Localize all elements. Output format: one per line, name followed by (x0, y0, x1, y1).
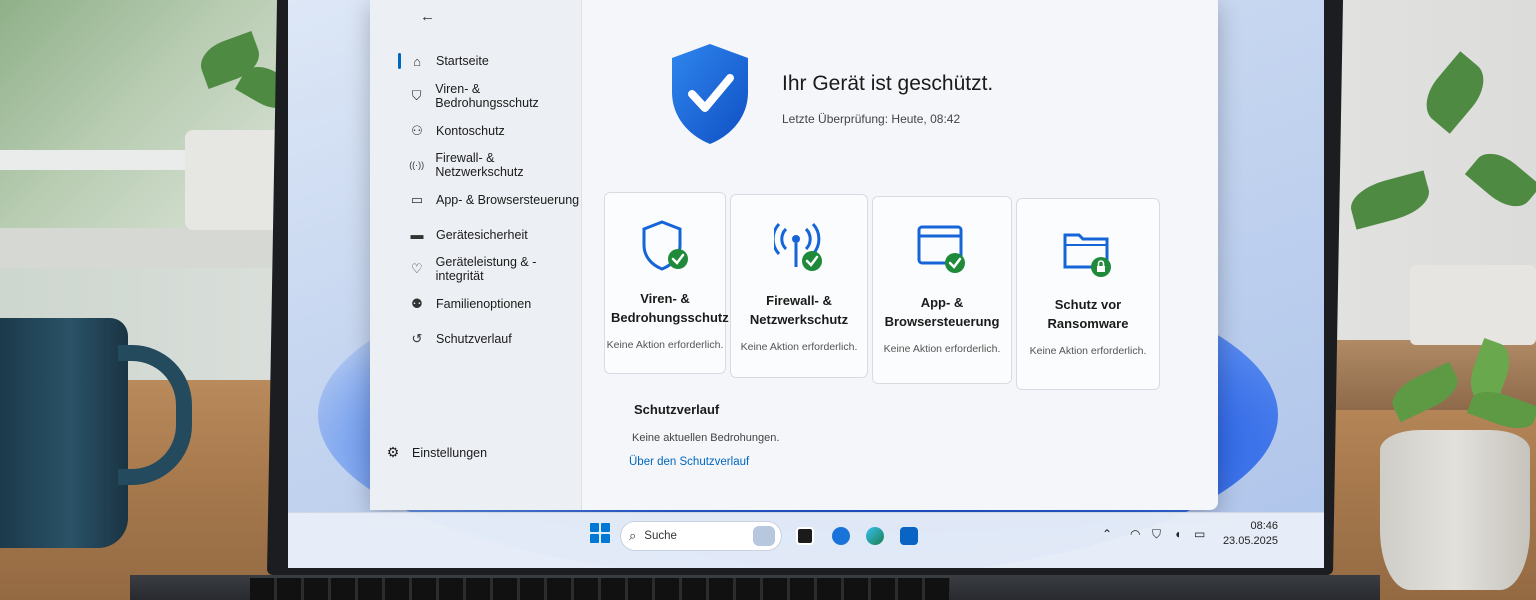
start-button[interactable] (590, 523, 610, 543)
shield-tray-icon[interactable]: ⛉ (1152, 527, 1161, 542)
back-button[interactable]: ← (420, 8, 435, 25)
last-scan-text: Letzte Überprüfung: Heute, 08:42 (782, 112, 961, 126)
window-icon: ▭ (410, 192, 424, 208)
outlook-icon[interactable] (900, 527, 918, 545)
shield-icon: ⛉ (411, 88, 422, 104)
antenna-check-icon (774, 222, 822, 271)
folder-lock-icon (1063, 233, 1111, 277)
search-highlight-icon (753, 526, 775, 546)
card-viren-bedrohungsschutz[interactable]: Viren- & Bedrohungsschutz Keine Aktion e… (604, 192, 729, 374)
person-icon: ⚇ (411, 122, 423, 138)
coffee-mug (0, 318, 128, 548)
search-placeholder: Suche (644, 530, 677, 542)
settings-label: Einstellungen (412, 445, 488, 460)
search-icon: ⌕ (629, 528, 637, 543)
protection-history-link[interactable]: Über den Schutzverlauf (629, 456, 749, 468)
home-icon: ⌂ (413, 53, 421, 69)
card-status: Keine Aktion erforderlich. (606, 339, 724, 351)
protection-history-status: Keine aktuellen Bedrohungen. (632, 432, 780, 444)
sidebar-item-label: Startseite (436, 54, 489, 69)
edge-browser-icon[interactable] (866, 527, 884, 545)
sidebar-item-label: App- & Browsersteuerung (436, 193, 580, 208)
protection-status-title: Ihr Gerät ist geschützt. (782, 72, 994, 95)
windows-logo-icon (601, 523, 610, 532)
wifi-icon[interactable]: ◠ (1130, 527, 1140, 541)
sidebar-item-geraetesicherheit[interactable]: ▬ Gerätesicherheit (406, 217, 582, 252)
taskbar-search[interactable]: ⌕ Suche (620, 521, 782, 551)
shield-check-icon (672, 44, 748, 144)
succulent-pot (1380, 430, 1530, 590)
heart-icon: ♡ (411, 261, 423, 277)
card-title: App- & Browsersteuerung (884, 295, 1000, 329)
gear-icon: ⚙ (386, 444, 400, 460)
sidebar-item-label: Kontoschutz (436, 123, 505, 138)
battery-icon[interactable]: ▭ (1194, 527, 1205, 541)
windows-security-window: ← ⌂ Startseite ⛉ Viren- & Bedrohungsschu… (370, 0, 1218, 510)
volume-icon[interactable]: ◖ (1174, 527, 1181, 541)
taskbar: ⌕ Suche ⌃ ◠ ⛉ ◖ ▭ 08:46 23.05.2025 (288, 512, 1324, 568)
browser-check-icon (917, 225, 965, 273)
card-app-browsersteuerung[interactable]: App- & Browsersteuerung Keine Aktion erf… (872, 196, 1012, 384)
sidebar: ← ⌂ Startseite ⛉ Viren- & Bedrohungsschu… (370, 0, 582, 510)
sidebar-item-label: Familienoptionen (436, 297, 532, 312)
main-content: Ihr Gerät ist geschützt. Letzte Überprüf… (582, 0, 1218, 510)
sidebar-item-startseite[interactable]: ⌂ Startseite (398, 44, 582, 79)
windows-logo-icon (590, 523, 599, 532)
background-plant-pot (1410, 265, 1536, 345)
clock-time: 08:46 (1250, 520, 1278, 532)
sidebar-item-firewall-netzwerkschutz[interactable]: ((·)) Firewall- & Netzwerkschutz (406, 148, 582, 183)
clock-date: 23.05.2025 (1222, 535, 1278, 547)
sidebar-item-label: Viren- & Bedrohungsschutz (435, 82, 539, 111)
sidebar-nav: ⌂ Startseite ⛉ Viren- & Bedrohungsschutz… (398, 44, 582, 357)
card-status: Keine Aktion erforderlich. (740, 341, 858, 353)
shield-check-icon (642, 220, 688, 271)
family-icon: ⚉ (411, 296, 423, 312)
sidebar-item-label: Firewall- & Netzwerkschutz (435, 151, 524, 180)
card-title: Firewall- & Netzwerkschutz (749, 293, 849, 327)
sidebar-item-label: Geräteleistung & -integrität (435, 255, 537, 284)
sidebar-item-geraeteleistung[interactable]: ♡ Geräteleistung & -integrität (406, 252, 582, 287)
history-icon: ↺ (411, 330, 423, 346)
card-status: Keine Aktion erforderlich. (883, 343, 1001, 355)
card-title: Schutz vor Ransomware (1047, 297, 1129, 331)
sidebar-item-viren-bedrohungsschutz[interactable]: ⛉ Viren- & Bedrohungsschutz (406, 79, 582, 114)
antenna-icon: ((·)) (409, 160, 425, 171)
sidebar-item-label: Schutzverlauf (436, 331, 512, 346)
chevron-up-icon[interactable]: ⌃ (1102, 527, 1112, 541)
sidebar-item-label: Gerätesicherheit (436, 227, 528, 242)
windows-logo-icon (601, 534, 610, 543)
sidebar-item-app-browsersteuerung[interactable]: ▭ App- & Browsersteuerung (406, 183, 582, 218)
task-view-icon[interactable] (796, 527, 814, 545)
sidebar-item-schutzverlauf[interactable]: ↺ Schutzverlauf (406, 322, 582, 357)
background-windowsill (0, 228, 300, 268)
card-title: Viren- & Bedrohungsschutz (611, 291, 729, 325)
sidebar-item-familienoptionen[interactable]: ⚉ Familienoptionen (406, 287, 582, 322)
windows-logo-icon (590, 534, 599, 543)
card-firewall-netzwerkschutz[interactable]: Firewall- & Netzwerkschutz Keine Aktion … (730, 194, 868, 378)
system-clock[interactable]: 08:46 23.05.2025 (1218, 519, 1278, 549)
sidebar-item-kontoschutz[interactable]: ⚇ Kontoschutz (406, 113, 582, 148)
protection-history-heading: Schutzverlauf (634, 402, 720, 417)
laptop-icon: ▬ (410, 227, 424, 243)
card-status: Keine Aktion erforderlich. (1029, 345, 1147, 357)
chat-icon[interactable] (832, 527, 850, 545)
laptop-keyboard (250, 578, 950, 600)
card-schutz-vor-ransomware[interactable]: Schutz vor Ransomware Keine Aktion erfor… (1016, 198, 1160, 390)
sidebar-item-einstellungen[interactable]: ⚙ Einstellungen (382, 444, 487, 461)
